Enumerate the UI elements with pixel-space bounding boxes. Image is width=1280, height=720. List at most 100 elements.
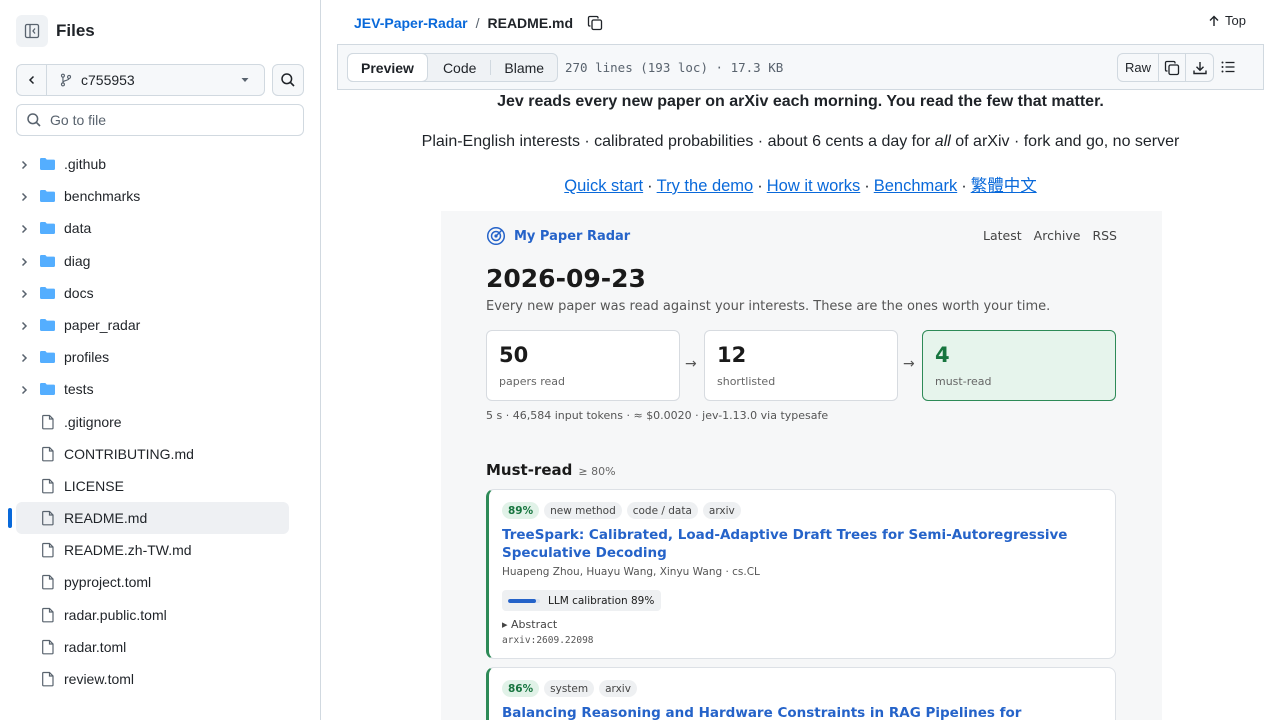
file-header-bar: Preview Code Blame 270 lines (193 loc) ·… xyxy=(337,44,1264,90)
must-read-threshold: ≥ 80% xyxy=(578,465,616,478)
back-button[interactable] xyxy=(17,65,47,95)
tree-file[interactable]: radar.public.toml xyxy=(0,599,320,631)
folder-icon xyxy=(40,222,55,235)
expand-toggle[interactable] xyxy=(18,190,30,206)
breadcrumb-file: README.md xyxy=(487,15,574,31)
tab-preview[interactable]: Preview xyxy=(347,53,428,82)
file-actions: Raw xyxy=(1117,53,1214,82)
abstract-toggle: ▸ Abstract xyxy=(502,618,558,631)
branch-selector: c755953 xyxy=(16,64,265,96)
calibration-badge: LLM calibration 89% xyxy=(502,590,662,611)
tab-code[interactable]: Code xyxy=(427,54,490,81)
collapse-sidebar-button[interactable] xyxy=(16,15,48,47)
demo-brand-name: My Paper Radar xyxy=(514,228,631,244)
flow-arrow: → xyxy=(685,356,697,372)
link-quick-start[interactable]: Quick start xyxy=(564,177,643,195)
readme-subtitle: Plain-English interests · calibrated pro… xyxy=(337,133,1264,151)
demo-brand: My Paper Radar xyxy=(486,226,630,246)
paper-card: 89% new method code / data arxiv TreeSpa… xyxy=(486,489,1116,659)
paper-title: Balancing Reasoning and Hardware Constra… xyxy=(502,705,1022,720)
folder-icon xyxy=(40,318,55,331)
chevron-right-icon xyxy=(21,225,28,234)
tree-file[interactable]: README.zh-TW.md xyxy=(0,534,320,566)
expand-toggle[interactable] xyxy=(18,383,30,399)
branch-name: c755953 xyxy=(81,72,135,88)
copy-icon xyxy=(1164,60,1180,75)
tree-folder[interactable]: tests xyxy=(0,373,320,405)
expand-toggle[interactable] xyxy=(18,351,30,367)
demo-date: 2026-09-23 xyxy=(486,264,646,293)
search-files-button[interactable] xyxy=(272,64,304,96)
expand-toggle[interactable] xyxy=(18,255,30,271)
tree-item-label: README.zh-TW.md xyxy=(64,542,192,559)
tree-folder[interactable]: data xyxy=(0,212,320,244)
folder-icon xyxy=(40,286,55,299)
copy-raw-button[interactable] xyxy=(1159,54,1186,81)
expand-toggle[interactable] xyxy=(18,158,30,174)
demo-nav-latest: Latest xyxy=(983,228,1022,243)
raw-button[interactable]: Raw xyxy=(1118,54,1159,81)
branch-dropdown[interactable]: c755953 xyxy=(47,72,264,88)
link-benchmark[interactable]: Benchmark xyxy=(874,177,957,195)
expand-toggle[interactable] xyxy=(18,222,30,238)
outline-button[interactable] xyxy=(1220,59,1236,80)
git-branch-icon xyxy=(60,73,72,87)
demo-nav-rss: RSS xyxy=(1092,228,1117,243)
tab-blame[interactable]: Blame xyxy=(491,54,557,81)
sidebar-title: Files xyxy=(56,21,95,40)
paper-tags: 89% new method code / data arxiv xyxy=(502,502,746,519)
folder-icon xyxy=(40,383,55,396)
download-button[interactable] xyxy=(1186,54,1213,81)
tree-file[interactable]: radar.toml xyxy=(0,631,320,663)
file-icon xyxy=(42,446,54,462)
tree-file[interactable]: LICENSE xyxy=(0,470,320,502)
file-icon xyxy=(42,510,54,526)
expand-toggle[interactable] xyxy=(18,287,30,303)
tree-file[interactable]: pyproject.toml xyxy=(0,566,320,598)
tree-file[interactable]: CONTRIBUTING.md xyxy=(0,438,320,470)
tree-folder[interactable]: .github xyxy=(0,148,320,180)
file-icon-wrap xyxy=(40,478,56,497)
folder-icon-wrap xyxy=(39,253,56,272)
tree-folder[interactable]: benchmarks xyxy=(0,180,320,212)
copy-path-button[interactable] xyxy=(587,15,603,31)
link-how-it-works[interactable]: How it works xyxy=(767,177,861,195)
back-to-top-button[interactable]: Top xyxy=(1208,13,1246,28)
tree-file[interactable]: README.md xyxy=(0,502,320,535)
folder-icon-wrap xyxy=(39,188,56,207)
tree-folder[interactable]: docs xyxy=(0,277,320,309)
tree-file[interactable]: review.toml xyxy=(0,663,320,695)
chevron-right-icon xyxy=(21,354,28,363)
breadcrumb-separator: / xyxy=(475,15,480,31)
file-icon-wrap xyxy=(40,510,56,529)
tree-folder[interactable]: profiles xyxy=(0,341,320,373)
tree-item-label: data xyxy=(64,220,92,237)
tree-item-label: LICENSE xyxy=(64,477,124,494)
tree-item-label: pyproject.toml xyxy=(64,574,152,591)
expand-toggle[interactable] xyxy=(18,319,30,335)
paper-id: arxiv:2609.22098 xyxy=(502,635,594,646)
folder-icon xyxy=(40,254,55,267)
view-mode-switch: Preview Code Blame xyxy=(347,53,559,82)
top-label: Top xyxy=(1225,13,1246,28)
paper-score-badge: 86% xyxy=(502,680,540,697)
subtitle-emphasis: all xyxy=(934,133,951,150)
tree-folder[interactable]: paper_radar xyxy=(0,309,320,341)
folder-icon-wrap xyxy=(39,381,56,400)
tree-item-label: CONTRIBUTING.md xyxy=(64,445,194,462)
tree-file[interactable]: .gitignore xyxy=(0,406,320,438)
paper-tag: new method xyxy=(544,502,622,519)
tree-item-label: docs xyxy=(64,284,94,301)
must-read-title: Must-read xyxy=(486,461,573,479)
calibration-bar xyxy=(508,598,540,603)
go-to-file-input[interactable] xyxy=(50,112,290,128)
tree-folder[interactable]: diag xyxy=(0,245,320,277)
chevron-right-icon xyxy=(21,193,28,202)
file-icon xyxy=(42,671,54,687)
link-chinese[interactable]: 繁體中文 xyxy=(971,177,1037,195)
link-try-demo[interactable]: Try the demo xyxy=(657,177,754,195)
folder-icon-wrap xyxy=(39,156,56,175)
tree-item-label: radar.public.toml xyxy=(64,606,167,623)
file-icon-wrap xyxy=(40,414,56,433)
breadcrumb-repo-link[interactable]: JEV-Paper-Radar xyxy=(354,15,468,31)
